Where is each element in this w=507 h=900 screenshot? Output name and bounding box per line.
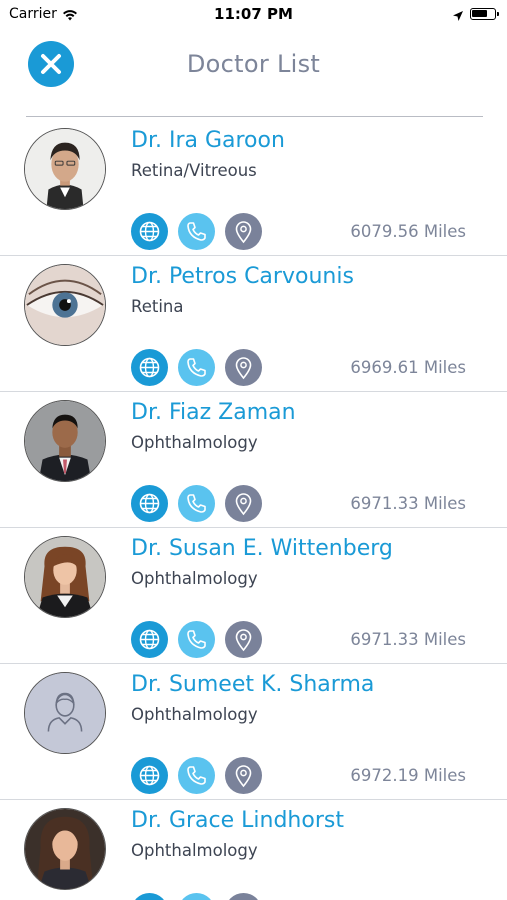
doctor-avatar [24, 264, 106, 346]
header-divider [26, 116, 483, 117]
map-button[interactable] [225, 485, 262, 522]
doctor-specialty: Ophthalmology [131, 569, 258, 588]
call-button[interactable] [178, 485, 215, 522]
doctor-avatar [24, 128, 106, 210]
phone-icon [187, 494, 206, 513]
doctor-avatar [24, 400, 106, 482]
doctor-name[interactable]: Dr. Sumeet K. Sharma [131, 672, 374, 697]
page-title: Doctor List [186, 50, 321, 78]
website-button[interactable] [131, 757, 168, 794]
website-button[interactable] [131, 213, 168, 250]
doctor-specialty: Retina [131, 297, 184, 316]
doctor-avatar [24, 536, 106, 618]
map-button[interactable] [225, 893, 262, 900]
map-button[interactable] [225, 349, 262, 386]
globe-icon [131, 893, 168, 900]
doctor-distance: 6971.33 Miles [350, 494, 466, 513]
phone-icon [178, 893, 215, 900]
battery-icon [470, 8, 499, 20]
doctor-row[interactable]: Dr. Grace Lindhorst Ophthalmology [0, 800, 507, 900]
phone-icon [187, 766, 206, 785]
doctor-avatar [24, 808, 106, 890]
phone-icon [187, 222, 206, 241]
map-button[interactable] [225, 621, 262, 658]
location-arrow-icon [452, 7, 464, 26]
doctor-name[interactable]: Dr. Susan E. Wittenberg [131, 536, 393, 561]
doctor-row[interactable]: Dr. Susan E. Wittenberg Ophthalmology 69… [0, 528, 507, 664]
globe-icon [139, 629, 160, 650]
map-pin-icon [235, 221, 252, 244]
globe-icon [139, 357, 160, 378]
doctor-row[interactable]: Dr. Ira Garoon Retina/Vitreous 6079.56 M… [0, 120, 507, 256]
doctor-distance: 6969.61 Miles [350, 358, 466, 377]
call-button[interactable] [178, 349, 215, 386]
status-time: 11:07 PM [214, 5, 293, 23]
person-placeholder-icon [25, 673, 105, 753]
call-button[interactable] [178, 893, 215, 900]
doctor-name[interactable]: Dr. Grace Lindhorst [131, 808, 344, 833]
map-button[interactable] [225, 213, 262, 250]
doctor-name[interactable]: Dr. Ira Garoon [131, 128, 285, 153]
map-pin-icon [235, 629, 252, 652]
map-button[interactable] [225, 757, 262, 794]
doctor-distance: 6972.19 Miles [350, 766, 466, 785]
doctor-specialty: Ophthalmology [131, 841, 258, 860]
doctor-name[interactable]: Dr. Petros Carvounis [131, 264, 354, 289]
website-button[interactable] [131, 485, 168, 522]
call-button[interactable] [178, 757, 215, 794]
phone-icon [187, 358, 206, 377]
doctor-specialty: Ophthalmology [131, 705, 258, 724]
website-button[interactable] [131, 893, 168, 900]
doctor-specialty: Retina/Vitreous [131, 161, 257, 180]
doctor-row[interactable]: Dr. Fiaz Zaman Ophthalmology 6971.33 Mil… [0, 392, 507, 528]
doctor-row[interactable]: Dr. Sumeet K. Sharma Ophthalmology 6972.… [0, 664, 507, 800]
map-pin-icon [235, 493, 252, 516]
map-pin-icon [235, 357, 252, 380]
phone-icon [187, 630, 206, 649]
globe-icon [139, 493, 160, 514]
doctor-distance: 6971.33 Miles [350, 630, 466, 649]
doctor-row[interactable]: Dr. Petros Carvounis Retina 6969.61 Mile… [0, 256, 507, 392]
doctor-specialty: Ophthalmology [131, 433, 258, 452]
website-button[interactable] [131, 621, 168, 658]
doctor-distance: 6079.56 Miles [350, 222, 466, 241]
status-bar: Carrier 11:07 PM [0, 0, 507, 28]
call-button[interactable] [178, 621, 215, 658]
globe-icon [139, 765, 160, 786]
globe-icon [139, 221, 160, 242]
website-button[interactable] [131, 349, 168, 386]
map-pin-icon [235, 765, 252, 788]
map-pin-icon [225, 893, 262, 900]
call-button[interactable] [178, 213, 215, 250]
doctor-name[interactable]: Dr. Fiaz Zaman [131, 400, 296, 425]
doctor-avatar [24, 672, 106, 754]
